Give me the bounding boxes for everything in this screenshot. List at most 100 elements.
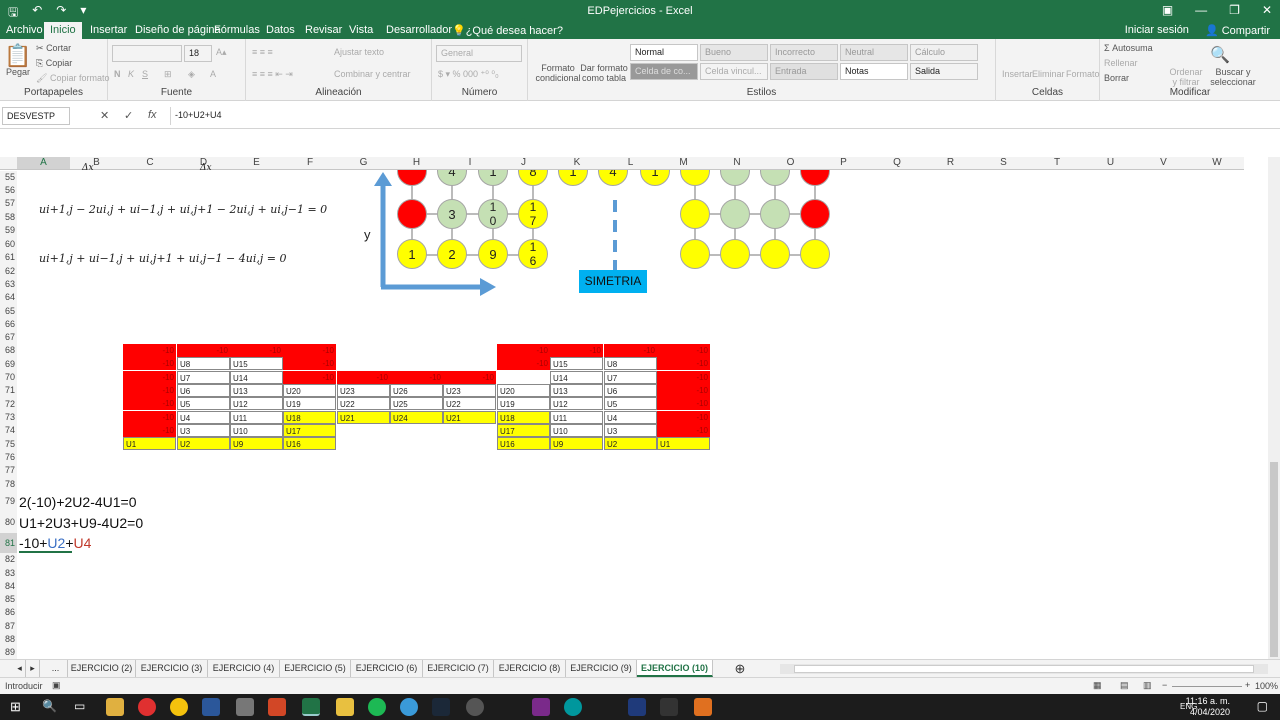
horizontal-scrollbar[interactable]	[780, 664, 1268, 674]
column-header-s[interactable]: S	[977, 157, 1030, 170]
fill-button[interactable]: Rellenar	[1104, 58, 1138, 68]
currency-icon[interactable]: $ ▾ % 000 ⁺⁰ ⁰₀	[438, 69, 499, 80]
underline-button[interactable]: S	[142, 69, 148, 79]
table-cell[interactable]: U8	[604, 357, 657, 370]
align-left-icon[interactable]: ≡ ≡ ≡ ⇤ ⇥	[252, 69, 293, 80]
table-cell[interactable]: U12	[550, 397, 603, 410]
table-cell[interactable]: U19	[497, 397, 550, 410]
file-explorer-icon[interactable]	[106, 698, 124, 716]
grow-font-icon[interactable]: A▴	[216, 47, 227, 58]
table-cell[interactable]: U17	[283, 424, 336, 437]
table-cell[interactable]: -10	[443, 371, 496, 384]
column-header-r[interactable]: R	[924, 157, 977, 170]
row-header[interactable]: 64	[0, 291, 17, 304]
table-cell[interactable]: U22	[337, 397, 390, 410]
row-header[interactable]: 84	[0, 580, 17, 593]
table-cell[interactable]: U16	[497, 437, 550, 450]
number-format-select[interactable]: General	[436, 45, 522, 62]
column-header-v[interactable]: V	[1137, 157, 1190, 170]
table-cell[interactable]: U10	[550, 424, 603, 437]
column-header-t[interactable]: T	[1030, 157, 1084, 170]
merge-center-button[interactable]: Combinar y centrar	[334, 69, 411, 79]
tab-inicio[interactable]: Inicio	[44, 22, 82, 39]
table-cell[interactable]: U3	[177, 424, 230, 437]
word-icon[interactable]	[202, 698, 220, 716]
task-view-icon[interactable]: ▭	[74, 699, 85, 713]
row-header[interactable]: 81	[0, 533, 17, 553]
sheet-tab[interactable]: EJERCICIO (5)	[280, 660, 351, 677]
table-cell[interactable]: -10	[657, 371, 710, 384]
table-cell[interactable]: U15	[230, 357, 283, 370]
sheet-tab[interactable]: EJERCICIO (7)	[423, 660, 494, 677]
app-icon[interactable]	[400, 698, 418, 716]
table-cell[interactable]: U6	[177, 384, 230, 397]
tab-revisar[interactable]: Revisar	[305, 24, 342, 36]
app-icon[interactable]	[466, 698, 484, 716]
style-normal[interactable]: Normal	[630, 44, 698, 61]
more-sheets-button[interactable]: ...	[44, 660, 68, 677]
table-cell[interactable]: U18	[283, 411, 336, 424]
row-header[interactable]: 87	[0, 619, 17, 633]
table-cell[interactable]: -10	[123, 424, 176, 437]
table-cell[interactable]: -10	[123, 397, 176, 410]
row-header[interactable]: 75	[0, 437, 17, 451]
style-calculo[interactable]: Cálculo	[910, 44, 978, 61]
table-cell[interactable]: -10	[390, 371, 443, 384]
scrollbar-thumb[interactable]	[1270, 462, 1278, 657]
format-as-table-button[interactable]: Dar formato como tabla	[580, 63, 628, 83]
table-cell[interactable]: U2	[604, 437, 657, 450]
equation-row-80[interactable]: U1+2U3+U9-4U2=0	[19, 515, 143, 531]
paste-button[interactable]: Pegar	[6, 67, 30, 77]
table-cell[interactable]: -10	[657, 397, 710, 410]
style-entrada[interactable]: Entrada	[770, 63, 838, 80]
row-header[interactable]: 79	[0, 491, 17, 512]
row-header[interactable]: 67	[0, 331, 17, 344]
spotify-icon[interactable]	[368, 698, 386, 716]
row-header[interactable]: 66	[0, 318, 17, 331]
column-header-a[interactable]: A	[17, 157, 70, 170]
table-cell[interactable]: U4	[177, 411, 230, 424]
table-cell[interactable]: -10	[497, 344, 550, 357]
app-icon[interactable]	[694, 698, 712, 716]
close-button[interactable]: ✕	[1262, 3, 1272, 17]
table-cell[interactable]: U10	[230, 424, 283, 437]
row-header[interactable]: 72	[0, 397, 17, 411]
table-cell[interactable]: -10	[657, 357, 710, 370]
equation-row-79[interactable]: 2(-10)+2U2-4U1=0	[19, 494, 137, 510]
column-header-m[interactable]: M	[657, 157, 710, 170]
table-cell[interactable]: -10	[657, 424, 710, 437]
table-cell[interactable]: U18	[497, 411, 550, 424]
row-header[interactable]: 73	[0, 411, 17, 424]
tab-formulas[interactable]: Fórmulas	[214, 24, 260, 36]
page-break-icon[interactable]: ▥	[1143, 680, 1152, 691]
windows-start-icon[interactable]: ⊞	[10, 699, 21, 715]
app-icon[interactable]	[660, 698, 678, 716]
delete-cells-button[interactable]: Eliminar	[1032, 69, 1065, 79]
column-header-f[interactable]: F	[283, 157, 337, 170]
sheet-tab[interactable]: EJERCICIO (3)	[136, 660, 208, 677]
insert-cells-button[interactable]: Insertar	[1002, 69, 1033, 79]
opera-icon[interactable]	[138, 698, 156, 716]
formula-input[interactable]: -10+U2+U4	[170, 107, 1270, 125]
clear-button[interactable]: Borrar	[1104, 73, 1129, 83]
font-size-select[interactable]: 18	[184, 45, 212, 62]
sheet-tab-active[interactable]: EJERCICIO (10)	[637, 660, 713, 677]
normal-view-icon[interactable]: ▦	[1093, 680, 1102, 691]
table-cell[interactable]: -10	[283, 357, 336, 370]
magnifier-icon[interactable]: 🔍	[1210, 45, 1230, 65]
tab-archivo[interactable]: Archivo	[6, 24, 43, 36]
row-header[interactable]: 70	[0, 371, 17, 384]
restore-button[interactable]: ❐	[1229, 3, 1240, 17]
table-cell[interactable]: -10	[177, 344, 230, 357]
table-cell[interactable]: -10	[604, 344, 657, 357]
column-header-q[interactable]: Q	[870, 157, 924, 170]
row-header[interactable]: 85	[0, 593, 17, 606]
next-sheet-icon[interactable]: ▸	[26, 660, 40, 677]
table-cell[interactable]: U14	[230, 371, 283, 384]
font-family-select[interactable]	[112, 45, 182, 62]
table-cell[interactable]: U26	[390, 384, 443, 397]
table-cell[interactable]: U24	[390, 411, 443, 424]
row-header[interactable]: 80	[0, 512, 17, 533]
style-incorrecto[interactable]: Incorrecto	[770, 44, 838, 61]
table-cell[interactable]: U1	[123, 437, 176, 450]
